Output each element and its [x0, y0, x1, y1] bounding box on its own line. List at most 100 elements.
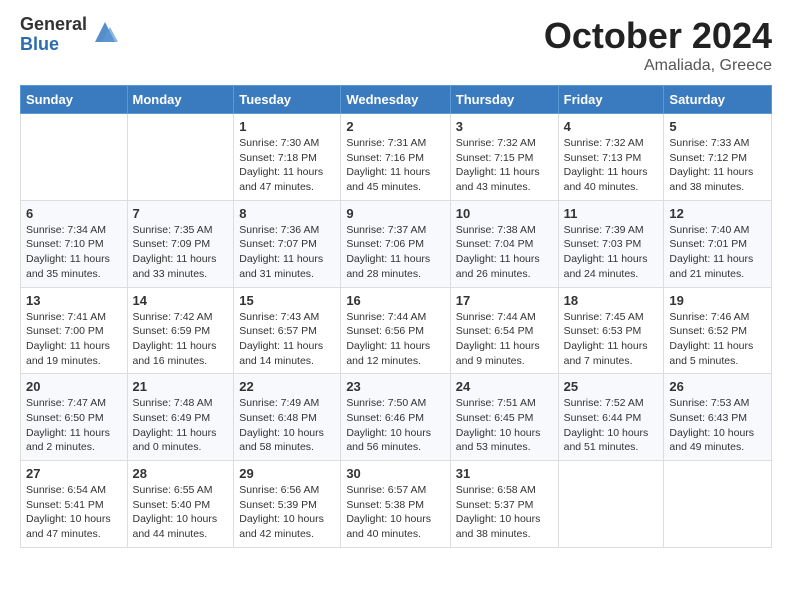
day-info: Sunrise: 6:56 AM Sunset: 5:39 PM Dayligh… [239, 483, 335, 542]
week-row-2: 6 Sunrise: 7:34 AM Sunset: 7:10 PM Daylig… [21, 200, 772, 287]
calendar-cell: 26 Sunrise: 7:53 AM Sunset: 6:43 PM Dayli… [664, 374, 772, 461]
day-number: 21 [133, 379, 229, 394]
calendar-cell: 18Sunrise: 7:45 AM Sunset: 6:53 PM Dayli… [558, 287, 664, 374]
day-info: Sunrise: 7:49 AM Sunset: 6:48 PM Dayligh… [239, 396, 335, 455]
day-info: Sunrise: 7:38 AM Sunset: 7:04 PM Dayligh… [456, 223, 553, 282]
day-number: 23 [346, 379, 444, 394]
calendar-cell: 9Sunrise: 7:37 AM Sunset: 7:06 PM Daylig… [341, 200, 450, 287]
calendar-cell: 25 Sunrise: 7:52 AM Sunset: 6:44 PM Dayli… [558, 374, 664, 461]
day-number: 12 [669, 206, 766, 221]
col-header-saturday: Saturday [664, 86, 772, 114]
week-row-4: 20 Sunrise: 7:47 AM Sunset: 6:50 PM Dayli… [21, 374, 772, 461]
day-number: 1 [239, 119, 335, 134]
day-info: Sunrise: 6:54 AM Sunset: 5:41 PM Dayligh… [26, 483, 122, 542]
day-info: Sunrise: 6:55 AM Sunset: 5:40 PM Dayligh… [133, 483, 229, 542]
day-number: 20 [26, 379, 122, 394]
day-number: 3 [456, 119, 553, 134]
location: Amaliada, Greece [544, 57, 772, 75]
day-number: 27 [26, 466, 122, 481]
calendar-cell: 6 Sunrise: 7:34 AM Sunset: 7:10 PM Daylig… [21, 200, 128, 287]
day-info: Sunrise: 7:51 AM Sunset: 6:45 PM Dayligh… [456, 396, 553, 455]
day-info: Sunrise: 7:47 AM Sunset: 6:50 PM Dayligh… [26, 396, 122, 455]
day-info: Sunrise: 7:42 AM Sunset: 6:59 PM Dayligh… [133, 310, 229, 369]
day-number: 16 [346, 293, 444, 308]
calendar-cell: 11 Sunrise: 7:39 AM Sunset: 7:03 PM Dayli… [558, 200, 664, 287]
calendar-cell: 29 Sunrise: 6:56 AM Sunset: 5:39 PM Dayli… [234, 461, 341, 548]
month-title: October 2024 Amaliada, Greece [544, 15, 772, 75]
calendar-header-row: SundayMondayTuesdayWednesdayThursdayFrid… [21, 86, 772, 114]
day-number: 11 [564, 206, 659, 221]
col-header-tuesday: Tuesday [234, 86, 341, 114]
calendar-cell [21, 114, 128, 201]
day-info: Sunrise: 7:50 AM Sunset: 6:46 PM Dayligh… [346, 396, 444, 455]
calendar-cell: 4 Sunrise: 7:32 AM Sunset: 7:13 PM Daylig… [558, 114, 664, 201]
calendar-cell: 15Sunrise: 7:43 AM Sunset: 6:57 PM Dayli… [234, 287, 341, 374]
day-number: 5 [669, 119, 766, 134]
week-row-3: 13Sunrise: 7:41 AM Sunset: 7:00 PM Dayli… [21, 287, 772, 374]
col-header-thursday: Thursday [450, 86, 558, 114]
col-header-monday: Monday [127, 86, 234, 114]
day-info: Sunrise: 7:32 AM Sunset: 7:13 PM Dayligh… [564, 136, 659, 195]
day-number: 30 [346, 466, 444, 481]
calendar-cell [664, 461, 772, 548]
day-number: 31 [456, 466, 553, 481]
calendar-table: SundayMondayTuesdayWednesdayThursdayFrid… [20, 85, 772, 548]
day-info: Sunrise: 7:41 AM Sunset: 7:00 PM Dayligh… [26, 310, 122, 369]
day-number: 4 [564, 119, 659, 134]
calendar-cell: 30 Sunrise: 6:57 AM Sunset: 5:38 PM Dayli… [341, 461, 450, 548]
day-info: Sunrise: 7:33 AM Sunset: 7:12 PM Dayligh… [669, 136, 766, 195]
calendar-cell: 22Sunrise: 7:49 AM Sunset: 6:48 PM Dayli… [234, 374, 341, 461]
week-row-5: 27 Sunrise: 6:54 AM Sunset: 5:41 PM Dayli… [21, 461, 772, 548]
calendar-cell: 1 Sunrise: 7:30 AM Sunset: 7:18 PM Daylig… [234, 114, 341, 201]
day-number: 14 [133, 293, 229, 308]
day-info: Sunrise: 7:44 AM Sunset: 6:56 PM Dayligh… [346, 310, 444, 369]
calendar-cell: 3 Sunrise: 7:32 AM Sunset: 7:15 PM Daylig… [450, 114, 558, 201]
col-header-friday: Friday [558, 86, 664, 114]
day-info: Sunrise: 7:52 AM Sunset: 6:44 PM Dayligh… [564, 396, 659, 455]
day-info: Sunrise: 7:30 AM Sunset: 7:18 PM Dayligh… [239, 136, 335, 195]
calendar-body: 1 Sunrise: 7:30 AM Sunset: 7:18 PM Daylig… [21, 114, 772, 548]
day-number: 2 [346, 119, 444, 134]
day-number: 8 [239, 206, 335, 221]
day-number: 19 [669, 293, 766, 308]
calendar-cell: 31 Sunrise: 6:58 AM Sunset: 5:37 PM Dayli… [450, 461, 558, 548]
calendar-cell: 7Sunrise: 7:35 AM Sunset: 7:09 PM Daylig… [127, 200, 234, 287]
calendar-cell [558, 461, 664, 548]
day-info: Sunrise: 7:34 AM Sunset: 7:10 PM Dayligh… [26, 223, 122, 282]
logo-blue-text: Blue [20, 35, 87, 55]
calendar-cell: 27 Sunrise: 6:54 AM Sunset: 5:41 PM Dayli… [21, 461, 128, 548]
day-info: Sunrise: 7:36 AM Sunset: 7:07 PM Dayligh… [239, 223, 335, 282]
calendar-cell: 23 Sunrise: 7:50 AM Sunset: 6:46 PM Dayli… [341, 374, 450, 461]
day-number: 7 [133, 206, 229, 221]
day-info: Sunrise: 7:48 AM Sunset: 6:49 PM Dayligh… [133, 396, 229, 455]
week-row-1: 1 Sunrise: 7:30 AM Sunset: 7:18 PM Daylig… [21, 114, 772, 201]
day-number: 18 [564, 293, 659, 308]
calendar-cell [127, 114, 234, 201]
day-number: 29 [239, 466, 335, 481]
day-number: 10 [456, 206, 553, 221]
day-number: 6 [26, 206, 122, 221]
calendar-cell: 12 Sunrise: 7:40 AM Sunset: 7:01 PM Dayli… [664, 200, 772, 287]
col-header-wednesday: Wednesday [341, 86, 450, 114]
day-number: 25 [564, 379, 659, 394]
day-info: Sunrise: 7:40 AM Sunset: 7:01 PM Dayligh… [669, 223, 766, 282]
day-info: Sunrise: 7:53 AM Sunset: 6:43 PM Dayligh… [669, 396, 766, 455]
day-number: 26 [669, 379, 766, 394]
logo: General Blue [20, 15, 120, 55]
day-number: 17 [456, 293, 553, 308]
day-info: Sunrise: 7:43 AM Sunset: 6:57 PM Dayligh… [239, 310, 335, 369]
logo-general-text: General [20, 15, 87, 35]
calendar-cell: 14 Sunrise: 7:42 AM Sunset: 6:59 PM Dayli… [127, 287, 234, 374]
logo-icon [90, 17, 120, 47]
day-info: Sunrise: 7:39 AM Sunset: 7:03 PM Dayligh… [564, 223, 659, 282]
calendar-cell: 28Sunrise: 6:55 AM Sunset: 5:40 PM Dayli… [127, 461, 234, 548]
day-info: Sunrise: 6:58 AM Sunset: 5:37 PM Dayligh… [456, 483, 553, 542]
col-header-sunday: Sunday [21, 86, 128, 114]
page-header: General Blue October 2024 Amaliada, Gree… [20, 15, 772, 75]
calendar-cell: 5 Sunrise: 7:33 AM Sunset: 7:12 PM Daylig… [664, 114, 772, 201]
calendar-cell: 10 Sunrise: 7:38 AM Sunset: 7:04 PM Dayli… [450, 200, 558, 287]
day-info: Sunrise: 7:32 AM Sunset: 7:15 PM Dayligh… [456, 136, 553, 195]
calendar-cell: 13Sunrise: 7:41 AM Sunset: 7:00 PM Dayli… [21, 287, 128, 374]
calendar-cell: 21 Sunrise: 7:48 AM Sunset: 6:49 PM Dayli… [127, 374, 234, 461]
day-info: Sunrise: 6:57 AM Sunset: 5:38 PM Dayligh… [346, 483, 444, 542]
